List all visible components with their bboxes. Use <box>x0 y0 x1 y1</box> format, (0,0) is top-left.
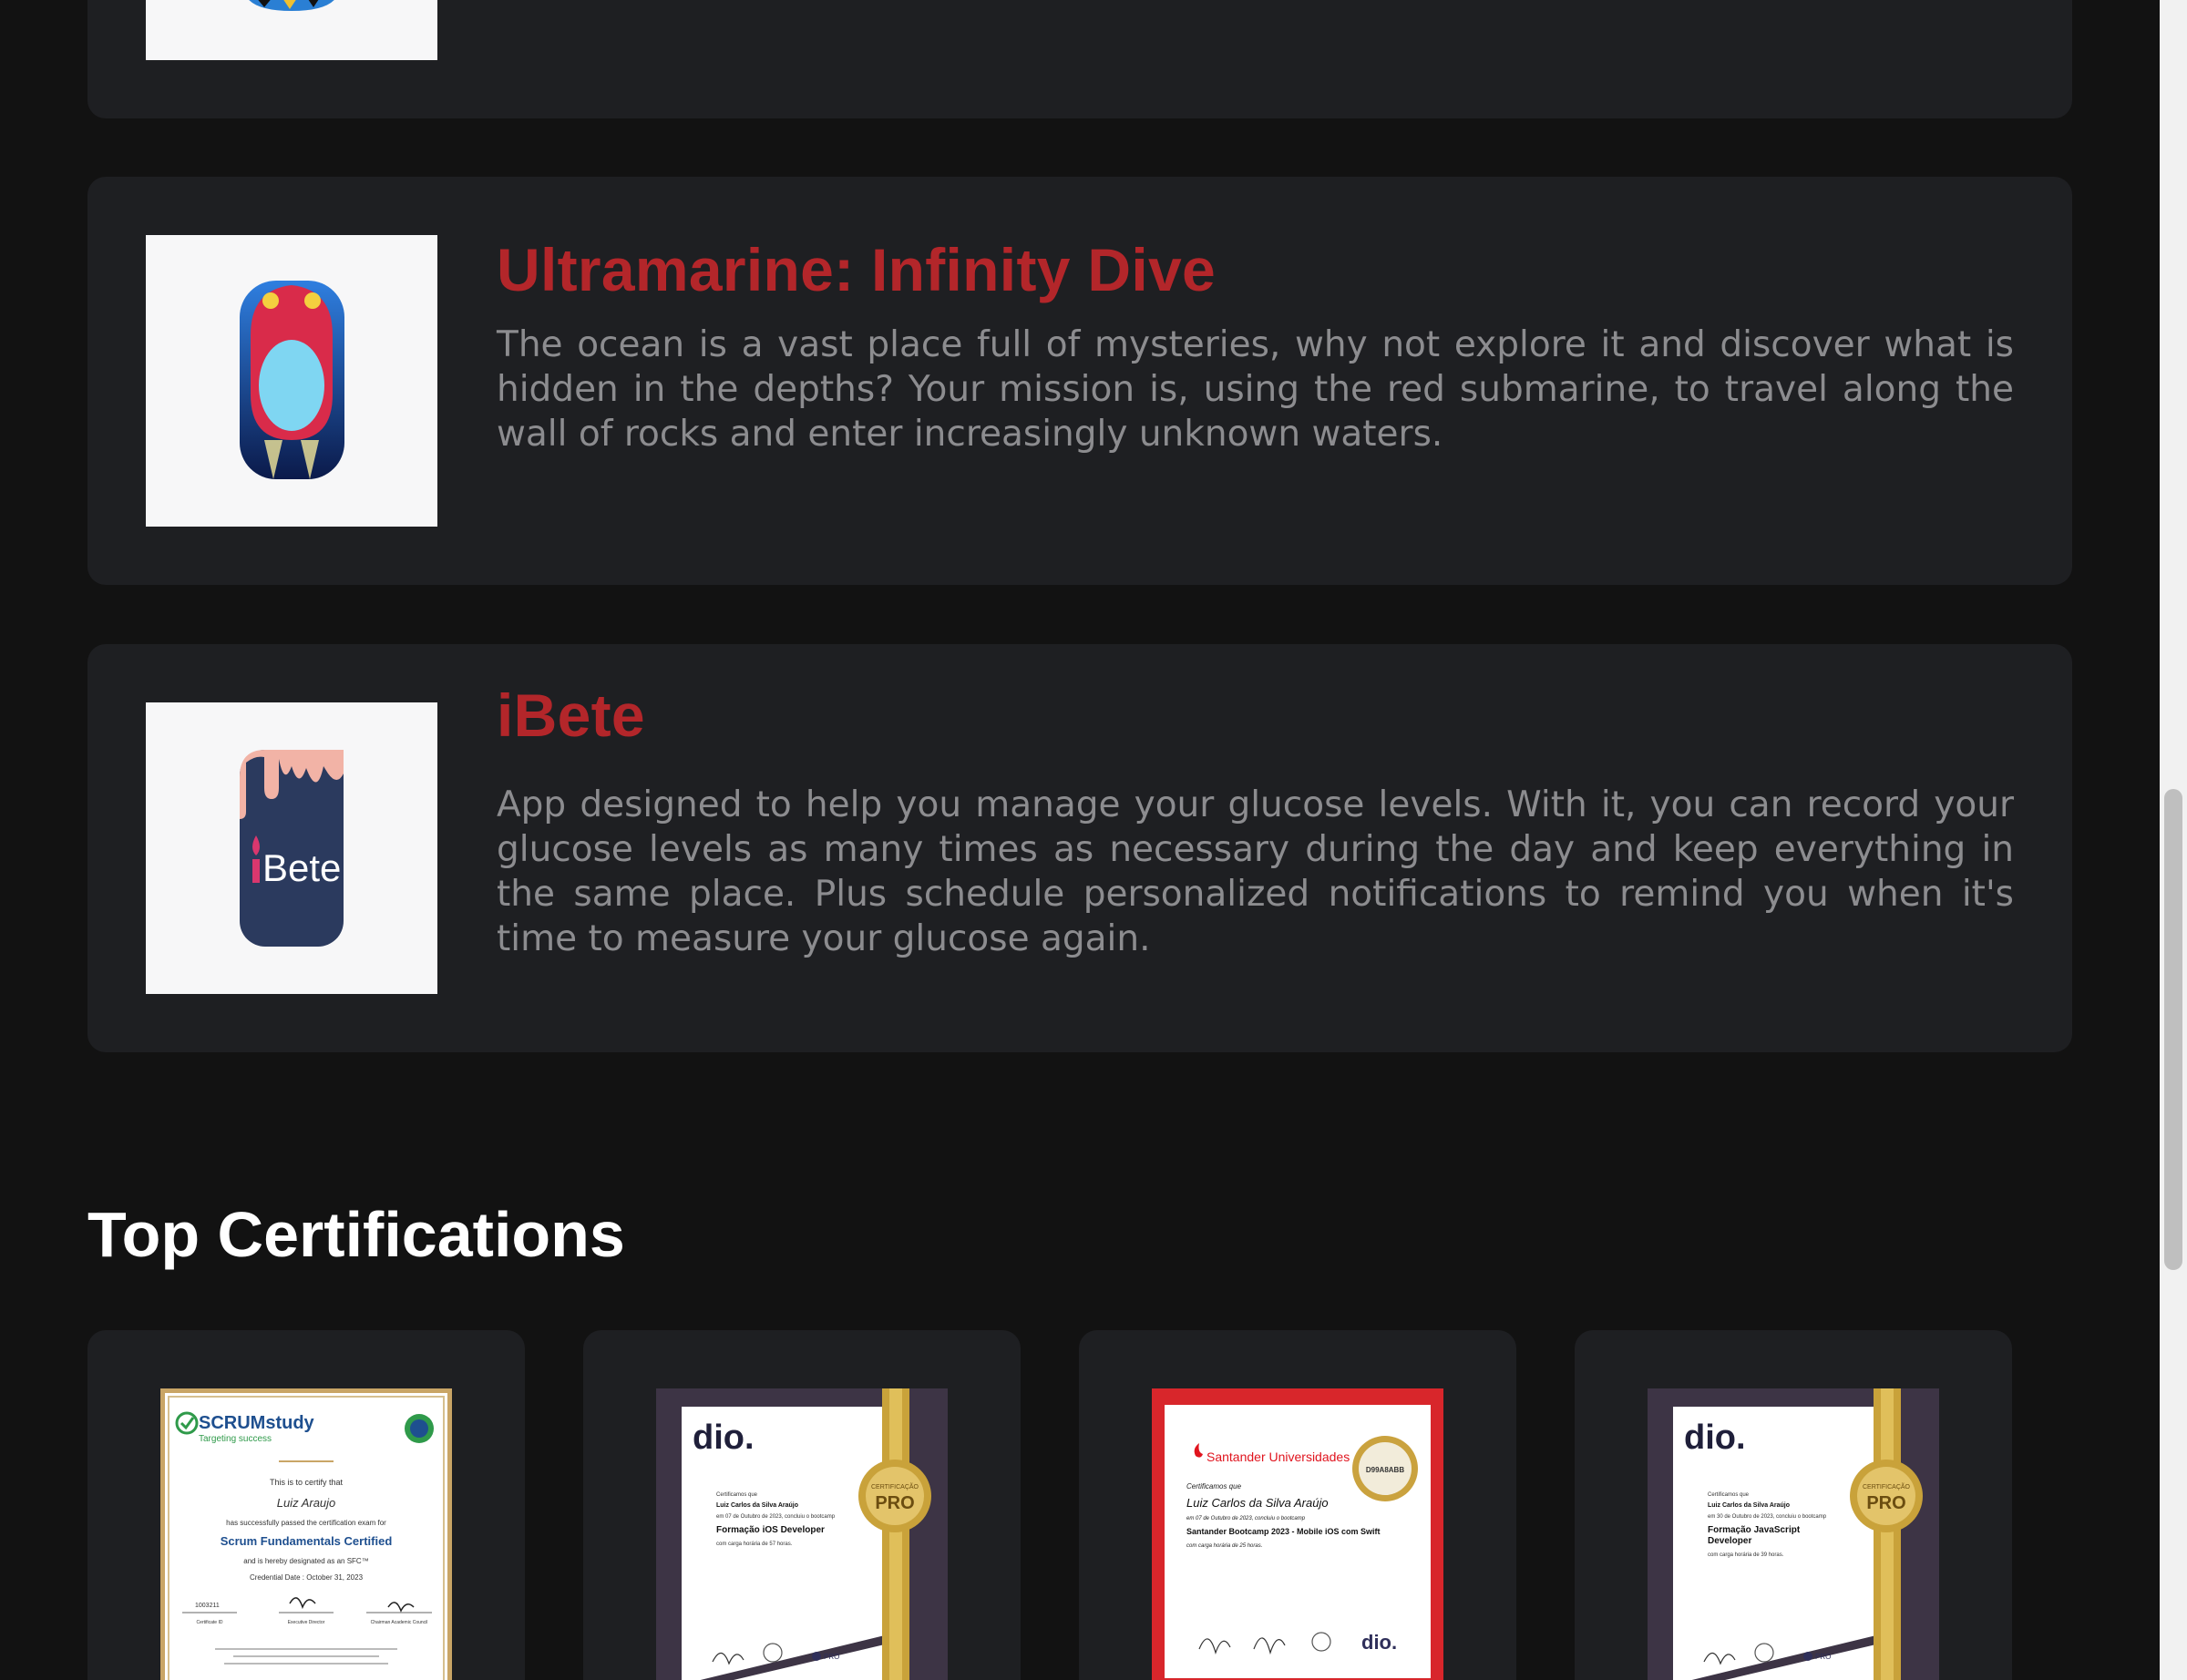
certification-card[interactable]: CERTIFICAÇÃO PRO dio. Certificamos que L… <box>583 1330 1021 1680</box>
seal-text: PRO <box>1866 1493 1905 1513</box>
certificate-image: CERTIFICAÇÃO PRO dio. Certificamos que L… <box>656 1388 948 1680</box>
partial-app-icon <box>249 0 334 11</box>
scrum-certificate: SCRUMstudy Targeting success This is to … <box>160 1388 452 1680</box>
footer-mark: PRO <box>1815 1653 1831 1661</box>
footer-mark: PRO <box>824 1653 839 1661</box>
cert-hours: com carga horária de 57 horas. <box>716 1542 793 1547</box>
portfolio-page: Ultramarine: Infinity Dive The ocean is … <box>0 0 2187 1680</box>
project-thumbnail: Bete <box>146 702 437 994</box>
seal-top-text: CERTIFICAÇÃO <box>1863 1482 1911 1490</box>
cert-hours: com carga horária de 25 horas. <box>1186 1543 1262 1549</box>
dio-mark-icon <box>812 1652 821 1661</box>
cert-recipient: Luiz Carlos da Silva Araújo <box>1186 1496 1329 1510</box>
ibete-icon-label: Bete <box>262 846 341 889</box>
cert-intro: Certificamos que <box>1708 1492 1750 1498</box>
cert-course: Developer <box>1708 1536 1751 1546</box>
project-description: The ocean is a vast place full of myster… <box>497 324 2014 455</box>
cert-course: Scrum Fundamentals Certified <box>221 1534 393 1548</box>
sig-label: Chairman Academic Council <box>371 1620 428 1625</box>
cert-date: em 07 de Outubro de 2023, concluiu o boo… <box>716 1514 836 1520</box>
cert-date: em 07 de Outubro de 2023, concluiu o boo… <box>1186 1516 1306 1521</box>
project-text: Ultramarine: Infinity Dive The ocean is … <box>497 233 2014 456</box>
cert-course: Formação JavaScript <box>1708 1525 1801 1535</box>
certificate-image: Santander Universidades D99A8ABB Certifi… <box>1152 1388 1443 1680</box>
cert-intro: Certificamos que <box>1186 1482 1242 1490</box>
certificate-image: CERTIFICAÇÃO PRO dio. Certificamos que L… <box>1648 1388 1939 1680</box>
project-card-ultramarine[interactable]: Ultramarine: Infinity Dive The ocean is … <box>87 177 2072 585</box>
cert-brand: SCRUMstudy <box>199 1413 315 1433</box>
santander-certificate: Santander Universidades D99A8ABB Certifi… <box>1152 1388 1443 1680</box>
certification-card[interactable]: SCRUMstudy Targeting success This is to … <box>87 1330 525 1680</box>
ibete-app-icon: Bete <box>240 750 344 947</box>
cert-intro: Certificamos que <box>716 1492 758 1498</box>
seal-text: PRO <box>875 1493 914 1513</box>
project-thumbnail <box>146 235 437 527</box>
cert-recipient: Luiz Carlos da Silva Araújo <box>716 1502 798 1509</box>
project-description: App designed to help you manage your glu… <box>497 784 2014 959</box>
cert-recipient: Luiz Araujo <box>277 1496 336 1510</box>
cert-tagline: Targeting success <box>199 1434 272 1444</box>
scrollbar-thumb[interactable] <box>2164 789 2182 1270</box>
sig-label: Certificate ID <box>197 1620 223 1625</box>
dio-logo: dio. <box>693 1419 755 1457</box>
dio-ios-certificate: CERTIFICAÇÃO PRO dio. Certificamos que L… <box>656 1388 948 1680</box>
project-card-partial <box>87 0 2072 118</box>
cert-date: em 30 de Outubro de 2023, concluiu o boo… <box>1708 1514 1827 1520</box>
cert-date: Credential Date : October 31, 2023 <box>250 1573 364 1582</box>
cert-brand: Santander Universidades <box>1206 1450 1350 1464</box>
cert-id: 1003211 <box>195 1603 220 1609</box>
dio-logo: dio. <box>1684 1419 1746 1457</box>
dio-js-certificate: CERTIFICAÇÃO PRO dio. Certificamos que L… <box>1648 1388 1939 1680</box>
cert-code: D99A8ABB <box>1366 1466 1404 1474</box>
dio-footer-logo: dio. <box>1361 1631 1397 1654</box>
section-title: Top Certifications <box>87 1199 625 1270</box>
project-text: iBete App designed to help you manage yo… <box>497 679 2014 961</box>
partial-app-icon-frame <box>146 0 437 60</box>
project-title[interactable]: iBete <box>497 679 2014 752</box>
cert-designation: and is hereby designated as an SFC™ <box>243 1557 368 1565</box>
certification-card[interactable]: Santander Universidades D99A8ABB Certifi… <box>1079 1330 1516 1680</box>
cert-course: Formação iOS Developer <box>716 1525 825 1535</box>
dio-mark-icon <box>1803 1652 1812 1661</box>
cert-course: Santander Bootcamp 2023 - Mobile iOS com… <box>1186 1527 1381 1536</box>
certification-card[interactable]: CERTIFICAÇÃO PRO dio. Certificamos que L… <box>1575 1330 2012 1680</box>
cert-hours: com carga horária de 39 horas. <box>1708 1552 1784 1558</box>
seal-top-text: CERTIFICAÇÃO <box>871 1482 919 1490</box>
cert-recipient: Luiz Carlos da Silva Araújo <box>1708 1502 1790 1509</box>
cert-passed-line: has successfully passed the certificatio… <box>226 1519 386 1527</box>
submarine-app-icon <box>240 281 344 479</box>
certificate-image: SCRUMstudy Targeting success This is to … <box>160 1388 452 1680</box>
sig-label: Executive Director <box>288 1620 325 1625</box>
project-title[interactable]: Ultramarine: Infinity Dive <box>497 233 2014 306</box>
project-card-ibete[interactable]: Bete iBete App designed to help you mana… <box>87 644 2072 1052</box>
cert-certify-line: This is to certify that <box>270 1478 344 1487</box>
